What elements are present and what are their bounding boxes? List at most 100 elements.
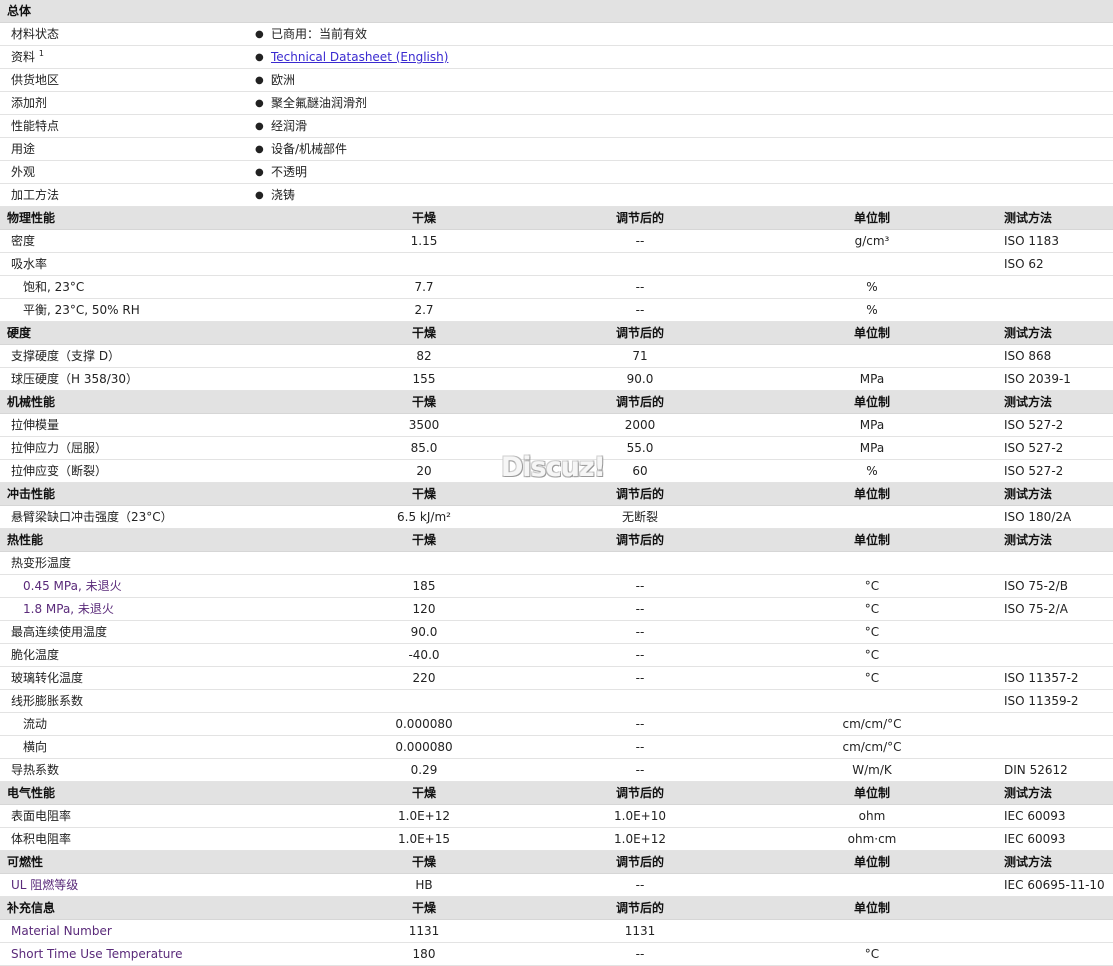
section-title: 物理性能 (7, 211, 56, 225)
section-title: 电气性能 (7, 786, 56, 800)
property-row: 密度 1.15 -- g/cm³ ISO 1183 (0, 230, 1113, 253)
value-conditioned: -- (635, 648, 645, 662)
column-header-test-method: 测试方法 (1004, 326, 1053, 340)
value-dry: -40.0 (408, 648, 440, 662)
property-label-text: 性能特点 (11, 119, 60, 133)
column-header-test-method: 测试方法 (1004, 487, 1053, 501)
value-conditioned: -- (635, 303, 645, 317)
property-name: 拉伸应力（屈服） (11, 441, 108, 455)
value-test-method: IEC 60695-11-10 (1004, 878, 1105, 892)
property-name: 导热系数 (11, 763, 60, 777)
value-dry: 1.0E+15 (398, 832, 450, 846)
value-conditioned: 1.0E+12 (614, 832, 666, 846)
column-header-unit: 单位制 (853, 786, 890, 800)
value-conditioned: 无断裂 (621, 510, 658, 524)
property-label-text: 外观 (11, 165, 36, 179)
value-conditioned: -- (635, 947, 645, 961)
column-header-unit: 单位制 (853, 855, 890, 869)
value-unit: °C (864, 648, 880, 662)
value-conditioned: 1131 (624, 924, 656, 938)
property-label-text: 用途 (11, 142, 36, 156)
value-unit: % (866, 280, 878, 294)
section-title: 机械性能 (7, 395, 56, 409)
property-name: 热变形温度 (11, 556, 72, 570)
property-name: 拉伸应变（断裂） (11, 464, 108, 478)
section-header-impact: 冲击性能 干燥 调节后的 单位制 测试方法 (0, 483, 1113, 506)
value-dry: 82 (416, 349, 432, 363)
property-row: 平衡, 23°C, 50% RH 2.7 --% (0, 299, 1113, 322)
property-name: 球压硬度（H 358/30） (11, 372, 139, 386)
property-label: 外观 (11, 161, 35, 184)
column-header-dry: 干燥 (411, 326, 436, 340)
value-test-method: DIN 52612 (1004, 763, 1068, 777)
property-row: UL 阻燃等级 HB -- IEC 60695-11-10 (0, 874, 1113, 897)
property-value: 已商用：当前有效 (271, 27, 368, 41)
column-header-conditioned: 调节后的 (615, 533, 664, 547)
property-name: 玻璃转化温度 (11, 671, 84, 685)
value-unit: cm/cm/°C (842, 717, 902, 731)
column-header-dry: 干燥 (411, 395, 436, 409)
property-value: 设备/机械部件 (271, 142, 348, 156)
section-header-mechanical: 机械性能 干燥 调节后的 单位制 测试方法 (0, 391, 1113, 414)
value-dry: 1.15 (410, 234, 438, 248)
property-row: 玻璃转化温度 220 -- °C ISO 11357-2 (0, 667, 1113, 690)
value-dry: 155 (412, 372, 436, 386)
column-header-conditioned: 调节后的 (615, 395, 664, 409)
property-name: UL 阻燃等级 (11, 878, 79, 892)
property-name: 脆化温度 (11, 648, 60, 662)
value-unit: °C (864, 579, 880, 593)
column-header-dry: 干燥 (411, 533, 436, 547)
value-dry: HB (415, 878, 433, 892)
column-header-unit: 单位制 (853, 395, 890, 409)
bullet-icon: ● (255, 121, 264, 132)
value-conditioned: -- (635, 878, 645, 892)
property-row: 线形膨胀系数 ISO 11359-2 (0, 690, 1113, 713)
property-name: Material Number (11, 924, 112, 938)
property-name: 密度 (11, 234, 36, 248)
column-header-dry: 干燥 (411, 901, 436, 915)
value-unit: cm/cm/°C (842, 740, 902, 754)
value-test-method: ISO 11359-2 (1004, 694, 1079, 708)
property-name: 拉伸模量 (11, 418, 60, 432)
property-row: 脆化温度 -40.0 -- °C (0, 644, 1113, 667)
section-header-flammability: 可燃性 干燥 调节后的 单位制 测试方法 (0, 851, 1113, 874)
property-value: 聚全氟醚油润滑剂 (271, 96, 368, 110)
value-dry: 2.7 (414, 303, 434, 317)
column-header-conditioned: 调节后的 (615, 487, 664, 501)
column-header-unit: 单位制 (853, 211, 890, 225)
value-unit: % (866, 303, 878, 317)
value-dry: 220 (412, 671, 436, 685)
property-row: 吸水率 ISO 62 (0, 253, 1113, 276)
value-test-method: ISO 62 (1004, 257, 1044, 271)
general-row: 加工方法 ● 浇铸 (0, 184, 1113, 207)
value-unit: °C (864, 947, 880, 961)
property-row: 导热系数 0.29 -- W/m/K DIN 52612 (0, 759, 1113, 782)
property-label: 供货地区 (11, 69, 59, 92)
property-name: Short Time Use Temperature (11, 947, 183, 961)
property-name: 支撑硬度（支撑 D） (11, 349, 121, 363)
value-test-method: ISO 180/2A (1004, 510, 1072, 524)
property-name: 0.45 MPa, 未退火 (23, 579, 122, 593)
value-conditioned: -- (635, 717, 645, 731)
general-row: 用途 ● 设备/机械部件 (0, 138, 1113, 161)
property-value: 欧洲 (271, 73, 296, 87)
property-row: 横向 0.000080 -- cm/cm/°C (0, 736, 1113, 759)
value-unit: % (866, 464, 878, 478)
value-conditioned: -- (635, 579, 645, 593)
column-header-conditioned: 调节后的 (615, 326, 664, 340)
value-dry: 6.5 kJ/m² (397, 510, 451, 524)
value-dry: 85.0 (410, 441, 438, 455)
column-header-test-method: 测试方法 (1004, 395, 1053, 409)
property-label: 材料状态 (11, 23, 59, 46)
property-label-text: 供货地区 (11, 73, 60, 87)
property-name: 流动 (23, 717, 48, 731)
technical-datasheet-link[interactable]: Technical Datasheet (English) (271, 50, 448, 64)
property-sections: 物理性能 干燥 调节后的 单位制 测试方法 密度 1.15 -- g/cm³ ISO 1183 吸水… (0, 207, 1113, 966)
general-row: 资料 1 ● Technical Datasheet (English) (0, 46, 1113, 69)
property-row: 最高连续使用温度 90.0 -- °C (0, 621, 1113, 644)
value-dry: 90.0 (410, 625, 438, 639)
section-header-thermal: 热性能 干燥 调节后的 单位制 测试方法 (0, 529, 1113, 552)
value-test-method: ISO 1183 (1004, 234, 1059, 248)
property-row: Material Number 1131 1131 (0, 920, 1113, 943)
property-row: 拉伸应力（屈服） 85.0 55.0 MPa ISO 527-2 (0, 437, 1113, 460)
